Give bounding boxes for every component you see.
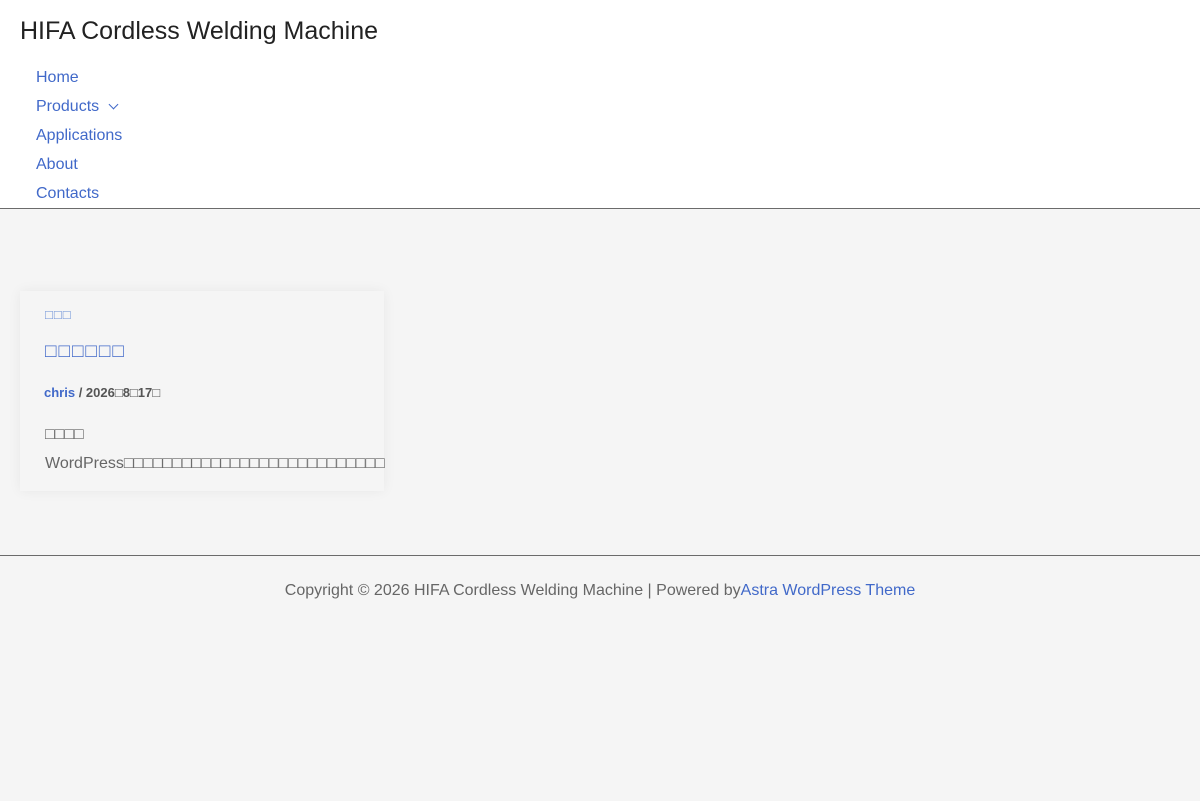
copyright-text: Copyright © 2026 HIFA Cordless Welding M… <box>284 582 741 599</box>
nav-item-applications: Applications <box>36 121 122 150</box>
nav-link-products[interactable]: Products <box>36 98 99 115</box>
nav-link-home[interactable]: Home <box>36 69 79 86</box>
nav-link-applications[interactable]: Applications <box>36 127 122 144</box>
nav-link-about[interactable]: About <box>36 156 78 173</box>
site-header: HIFA Cordless Welding Machine Home Produ… <box>0 0 1200 209</box>
post-category-link[interactable]: □□□ <box>45 307 72 322</box>
post-title-link[interactable]: □□□□□□ <box>45 341 126 363</box>
main-navigation: Home Products Applications About Contact… <box>36 63 122 208</box>
nav-item-products: Products <box>36 92 122 121</box>
post-excerpt: □□□□ WordPress□□□□□□□□□□□□□□□□□□□□□□□□□□… <box>45 426 385 472</box>
nav-link-contacts[interactable]: Contacts <box>36 185 99 202</box>
site-footer: Copyright © 2026 HIFA Cordless Welding M… <box>0 555 1200 801</box>
site-title-link[interactable]: HIFA Cordless Welding Machine <box>20 16 378 46</box>
post-author-link[interactable]: chris <box>44 385 75 400</box>
main-content: □□□ □□□□□□ chris / 2026□8□17□ □□□□ WordP… <box>0 209 1200 555</box>
post-date: 2026□8□17□ <box>85 385 161 400</box>
footer-copyright: Copyright © 2026 HIFA Cordless Welding M… <box>0 582 1200 600</box>
nav-item-contacts: Contacts <box>36 179 122 208</box>
post-card: □□□ □□□□□□ chris / 2026□8□17□ □□□□ WordP… <box>20 291 385 491</box>
nav-item-home: Home <box>36 63 122 92</box>
post-meta: chris / 2026□8□17□ <box>44 385 160 400</box>
nav-item-about: About <box>36 150 122 179</box>
chevron-down-icon[interactable] <box>108 99 119 110</box>
theme-link[interactable]: Astra WordPress Theme <box>741 582 916 599</box>
meta-separator: / <box>75 385 86 400</box>
